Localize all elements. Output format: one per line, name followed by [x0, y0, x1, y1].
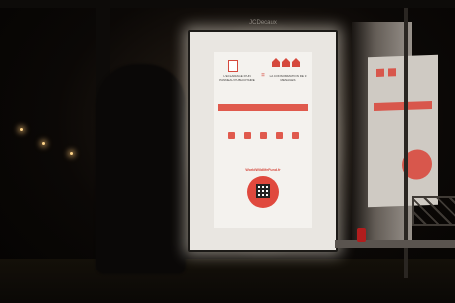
qr-code: [256, 184, 270, 198]
website-text: WorldWildlifeFund.fr: [245, 168, 281, 172]
person-silhouette: [96, 64, 186, 274]
reflected-poster: [368, 54, 438, 208]
street-light: [70, 152, 73, 155]
house-icon: [388, 68, 396, 77]
poster: L'ECLAIRAGE D'UN PANNEAU PUBLICITAIRE = …: [214, 52, 312, 228]
red-cup: [357, 228, 366, 242]
glass-edge: [404, 8, 408, 278]
pictogram-icon: [244, 132, 251, 139]
pictogram-icon: [276, 132, 283, 139]
pictogram-icon: [292, 132, 299, 139]
street-light: [20, 128, 23, 131]
red-band: [374, 100, 432, 112]
shelter-bench: [335, 240, 455, 248]
house-body: [282, 62, 290, 67]
pictogram-icon: [228, 132, 235, 139]
qr-badge: [247, 176, 279, 208]
pictogram-icon: [260, 132, 267, 139]
billboard-icon: [228, 60, 238, 72]
house-icon: [376, 68, 384, 77]
shelter-roof: [0, 0, 455, 8]
panel-brand: JCDecaux: [249, 20, 277, 26]
headline-right: LA CONSOMMATION DE 3 MENAGES: [269, 74, 307, 82]
house-body: [272, 62, 280, 67]
advertising-panel: JCDecaux L'ECLAIRAGE D'UN PANNEAU PUBLIC…: [188, 20, 338, 252]
house-body: [292, 62, 300, 67]
street-light: [42, 142, 45, 145]
headline-left: L'ECLAIRAGE D'UN PANNEAU PUBLICITAIRE: [219, 74, 255, 82]
night-bus-shelter-scene: JCDecaux L'ECLAIRAGE D'UN PANNEAU PUBLIC…: [0, 0, 455, 303]
equals-sign: =: [261, 73, 265, 79]
sidewalk: [0, 259, 455, 303]
red-band: [218, 104, 308, 111]
metal-railing: [412, 196, 455, 226]
